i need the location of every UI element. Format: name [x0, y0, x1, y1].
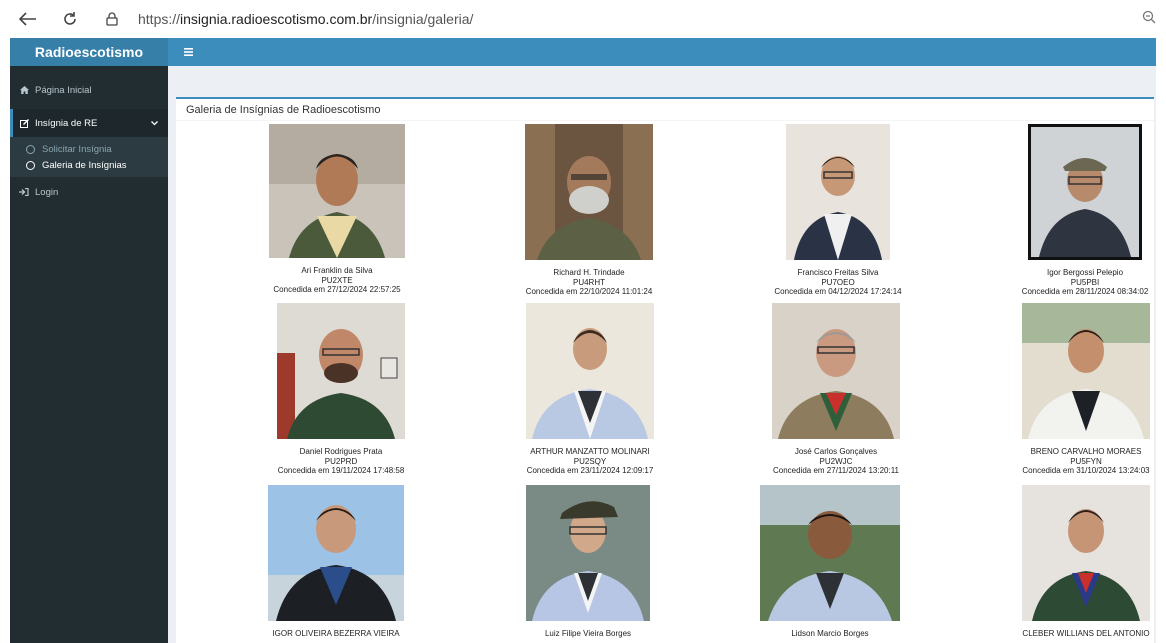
- top-navbar: Radioescotismo: [10, 38, 1156, 66]
- member-date: Concedida em 27/11/2024 13:20:11: [772, 466, 900, 475]
- sidebar-item-login[interactable]: Login: [10, 181, 168, 203]
- member-info: Luiz Filipe Vieira Borges: [488, 629, 688, 639]
- member-callsign: PU2PRD: [324, 456, 358, 466]
- member-callsign: PU5FYN: [1070, 456, 1102, 466]
- sidebar-item-label: Solicitar Insígnia: [42, 143, 112, 155]
- member-photo[interactable]: [760, 485, 900, 621]
- gallery-card: Lidson Marcio Borges: [730, 485, 930, 639]
- menu-toggle-icon[interactable]: [178, 42, 198, 62]
- sidebar: Página Inicial Insígnia de RE Solicitar …: [10, 66, 168, 643]
- back-arrow-icon[interactable]: [14, 5, 42, 33]
- member-photo[interactable]: [525, 124, 653, 260]
- gallery-card: CLEBER WILLIANS DEL ANTONIO: [986, 485, 1166, 639]
- member-photo[interactable]: [772, 303, 900, 439]
- circle-icon: [26, 144, 35, 154]
- member-info: Ari Franklin da Silva PU2XTE Concedida e…: [237, 266, 437, 295]
- member-callsign: PU5PBI: [1070, 277, 1100, 287]
- gallery-card: Ari Franklin da Silva PU2XTE Concedida e…: [237, 124, 437, 295]
- member-photo[interactable]: [786, 124, 890, 260]
- member-callsign: PU2XTE: [321, 275, 353, 285]
- member-info: Daniel Rodrigues Prata PU2PRD Concedida …: [241, 447, 441, 476]
- member-name: José Carlos Gonçalves: [794, 447, 878, 456]
- member-name: BRENO CARVALHO MORAES: [1030, 447, 1142, 456]
- sidebar-item-label: Insígnia de RE: [35, 117, 98, 129]
- member-name: CLEBER WILLIANS DEL ANTONIO: [1022, 629, 1150, 638]
- member-photo[interactable]: [1022, 303, 1150, 439]
- site-info-lock-icon[interactable]: [98, 5, 126, 33]
- member-date: Concedida em 28/11/2024 08:34:02: [1021, 287, 1149, 296]
- member-photo[interactable]: [277, 303, 405, 439]
- member-name: IGOR OLIVEIRA BEZERRA VIEIRA: [272, 629, 400, 638]
- url-path: /insignia/galeria/: [372, 11, 474, 27]
- member-callsign: PU7OEO: [821, 277, 855, 287]
- reload-icon[interactable]: [56, 5, 84, 33]
- gallery-card: Richard H. Trindade PU4RHT Concedida em …: [489, 124, 689, 297]
- member-name: Richard H. Trindade: [553, 268, 625, 277]
- member-date: Concedida em 19/11/2024 17:48:58: [277, 466, 405, 475]
- gallery-card: IGOR OLIVEIRA BEZERRA VIEIRA: [236, 485, 436, 639]
- member-name: ARTHUR MANZATTO MOLINARI: [530, 447, 650, 456]
- member-info: BRENO CARVALHO MORAES PU5FYN Concedida e…: [986, 447, 1166, 476]
- member-photo-frame: [1028, 124, 1142, 260]
- member-photo[interactable]: [1031, 127, 1139, 257]
- edit-icon: [18, 117, 30, 129]
- member-name: Luiz Filipe Vieira Borges: [544, 629, 632, 638]
- zoom-out-icon[interactable]: [1142, 10, 1156, 29]
- member-info: Richard H. Trindade PU4RHT Concedida em …: [489, 268, 689, 297]
- url-host: insignia.radioescotismo.com.br: [180, 11, 373, 27]
- gallery-card: José Carlos Gonçalves PU2WJC Concedida e…: [736, 303, 936, 476]
- member-date: Concedida em 27/12/2024 22:57:25: [273, 285, 401, 294]
- member-info: CLEBER WILLIANS DEL ANTONIO: [986, 629, 1166, 639]
- sidebar-item-insignia[interactable]: Insígnia de RE: [10, 109, 168, 137]
- sidebar-item-label: Galeria de Insígnias: [42, 159, 127, 171]
- sidebar-item-label: Página Inicial: [35, 84, 92, 96]
- member-callsign: PU4RHT: [572, 277, 605, 287]
- gallery-card: Luiz Filipe Vieira Borges: [488, 485, 688, 639]
- member-info: ARTHUR MANZATTO MOLINARI PU2SQY Concedid…: [490, 447, 690, 476]
- main-content: Galeria de Insígnias de Radioescotismo A…: [168, 66, 1156, 643]
- sidebar-item-gallery[interactable]: Galeria de Insígnias: [10, 157, 168, 173]
- member-name: Francisco Freitas Silva: [797, 268, 879, 277]
- member-info: José Carlos Gonçalves PU2WJC Concedida e…: [736, 447, 936, 476]
- member-info: Lidson Marcio Borges: [730, 629, 930, 639]
- gallery-card: Igor Bergossi Pelepio PU5PBI Concedida e…: [985, 124, 1166, 297]
- member-date: Concedida em 31/10/2024 13:24:03: [1022, 466, 1150, 475]
- member-name: Igor Bergossi Pelepio: [1046, 268, 1124, 277]
- member-name: Ari Franklin da Silva: [301, 266, 373, 275]
- member-date: Concedida em 22/10/2024 11:01:24: [525, 287, 653, 296]
- sidebar-item-request[interactable]: Solicitar Insígnia: [10, 141, 168, 157]
- sidebar-submenu: Solicitar Insígnia Galeria de Insígnias: [10, 137, 168, 177]
- member-photo[interactable]: [268, 485, 404, 621]
- brand-logo[interactable]: Radioescotismo: [10, 38, 168, 66]
- gallery-card: Daniel Rodrigues Prata PU2PRD Concedida …: [241, 303, 441, 476]
- browser-toolbar: https://insignia.radioescotismo.com.br/i…: [0, 0, 1166, 38]
- gallery-title: Galeria de Insígnias de Radioescotismo: [176, 99, 1154, 121]
- member-info: IGOR OLIVEIRA BEZERRA VIEIRA: [236, 629, 436, 639]
- member-info: Francisco Freitas Silva PU7OEO Concedida…: [738, 268, 938, 297]
- member-name: Lidson Marcio Borges: [791, 629, 869, 638]
- sidebar-item-label: Login: [35, 186, 59, 198]
- circle-icon: [26, 160, 35, 170]
- member-photo[interactable]: [1022, 485, 1150, 621]
- gallery-card: ARTHUR MANZATTO MOLINARI PU2SQY Concedid…: [490, 303, 690, 476]
- gallery-card: Francisco Freitas Silva PU7OEO Concedida…: [738, 124, 938, 297]
- address-bar[interactable]: https://insignia.radioescotismo.com.br/i…: [138, 11, 473, 27]
- app-frame: Radioescotismo Página Inicial Insígnia d…: [10, 38, 1156, 643]
- member-callsign: PU2SQY: [573, 456, 607, 466]
- sign-in-icon: [18, 186, 30, 198]
- member-name: Daniel Rodrigues Prata: [299, 447, 383, 456]
- chevron-down-icon: [151, 118, 158, 129]
- member-info: Igor Bergossi Pelepio PU5PBI Concedida e…: [985, 268, 1166, 297]
- home-icon: [18, 84, 30, 96]
- member-date: Concedida em 23/11/2024 12:09:17: [526, 466, 654, 475]
- member-photo[interactable]: [526, 303, 654, 439]
- member-date: Concedida em 04/12/2024 17:24:14: [774, 287, 902, 296]
- member-callsign: PU2WJC: [819, 456, 853, 466]
- sidebar-item-home[interactable]: Página Inicial: [10, 79, 168, 101]
- member-photo[interactable]: [526, 485, 650, 621]
- member-photo[interactable]: [269, 124, 405, 258]
- url-prefix: https://: [138, 11, 181, 27]
- gallery-box: Galeria de Insígnias de Radioescotismo A…: [176, 97, 1154, 643]
- gallery-card: BRENO CARVALHO MORAES PU5FYN Concedida e…: [986, 303, 1166, 476]
